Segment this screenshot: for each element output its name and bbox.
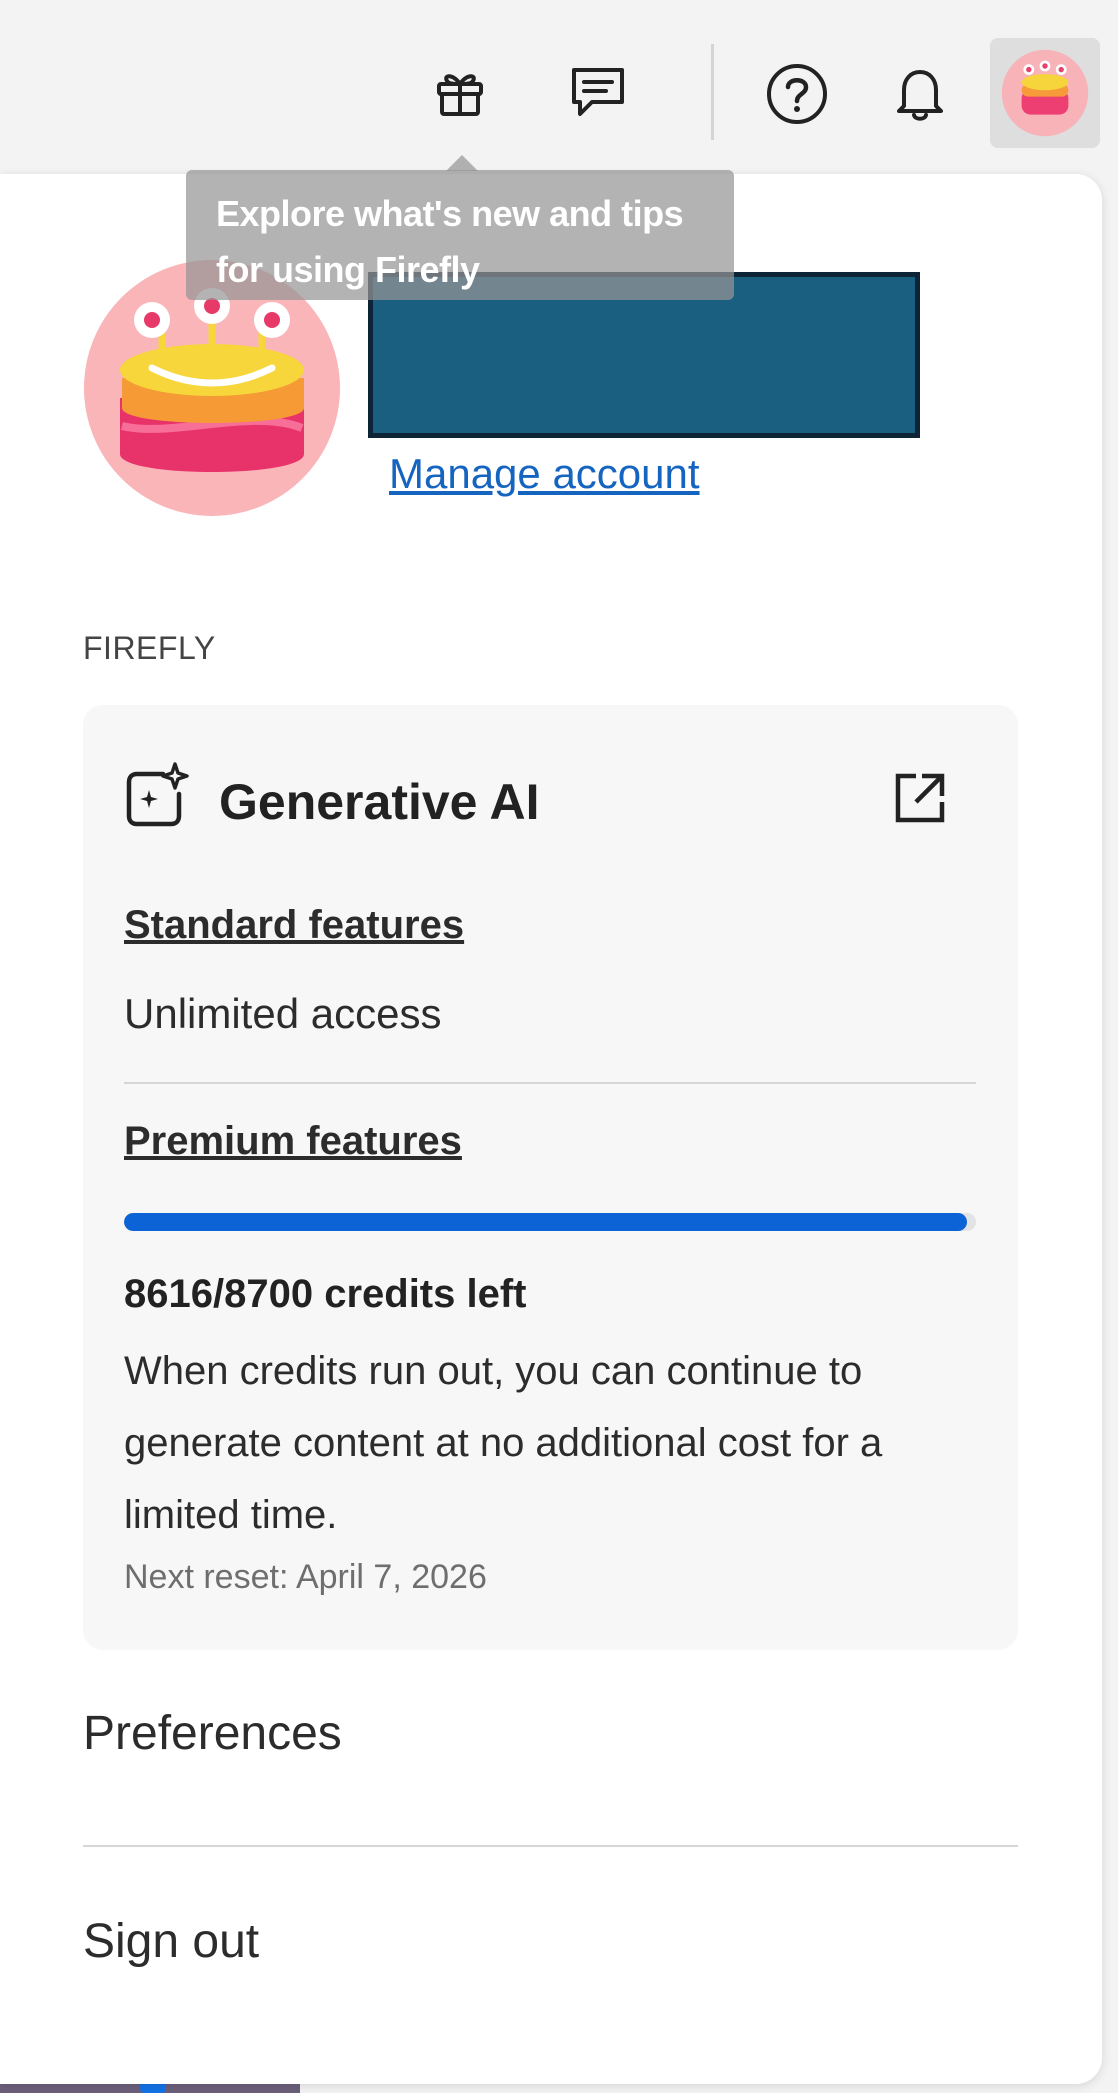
sign-out-menu-item[interactable]: Sign out (83, 1914, 259, 1969)
next-reset: Next reset: April 7, 2026 (124, 1558, 487, 1596)
gift-icon[interactable] (420, 52, 500, 132)
card-title: Generative AI (219, 774, 540, 830)
bell-icon[interactable] (880, 54, 960, 134)
standard-features-value: Unlimited access (124, 990, 442, 1037)
avatar-button[interactable] (990, 38, 1100, 148)
credits-left: 8616/8700 credits left (124, 1272, 527, 1316)
credits-progress-bar (124, 1213, 976, 1231)
tooltip-arrow (446, 155, 478, 171)
top-bar (0, 0, 1118, 170)
menu-divider (83, 1845, 1018, 1847)
section-label-firefly: FIREFLY (83, 630, 216, 666)
credits-description: When credits run out, you can continue t… (124, 1349, 883, 1537)
chat-icon[interactable] (558, 52, 638, 132)
preferences-menu-item[interactable]: Preferences (83, 1706, 342, 1761)
tooltip-text: Explore what's new and tips for using Fi… (216, 193, 684, 290)
standard-features-link[interactable]: Standard features (124, 903, 464, 948)
generative-ai-icon (126, 762, 189, 827)
credits-progress-fill (124, 1213, 968, 1231)
manage-account-link[interactable]: Manage account (389, 450, 700, 498)
generative-ai-card: Generative AI Standard features Unlimite… (83, 705, 1018, 1650)
premium-features-link[interactable]: Premium features (124, 1119, 462, 1164)
external-link-icon[interactable] (890, 768, 950, 828)
tooltip: Explore what's new and tips for using Fi… (186, 170, 734, 300)
avatar (1001, 49, 1089, 137)
help-icon[interactable] (757, 54, 837, 134)
card-divider (124, 1082, 976, 1084)
header-divider (711, 44, 714, 140)
